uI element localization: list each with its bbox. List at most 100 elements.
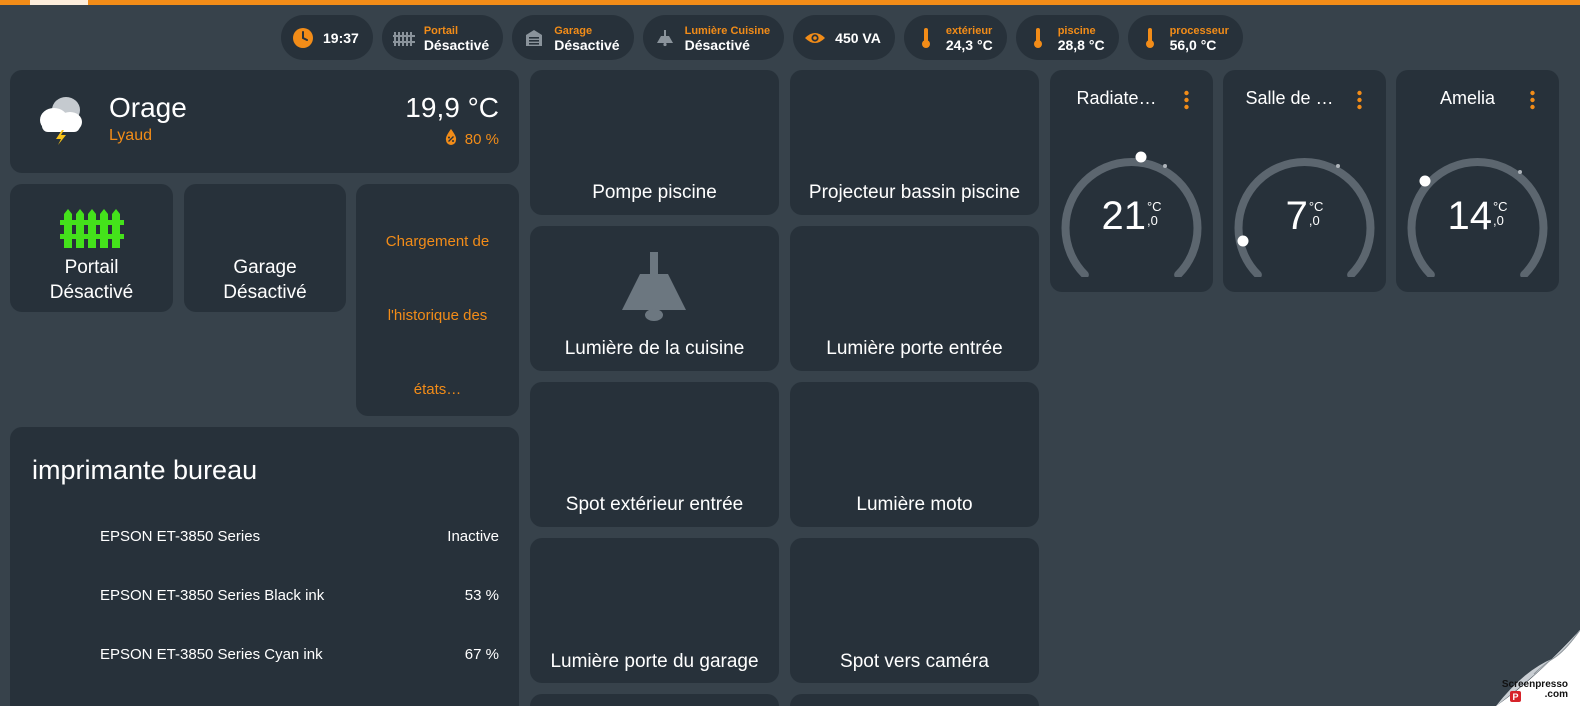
garage-icon <box>522 26 546 50</box>
badge-garage-value: Désactivé <box>554 36 620 53</box>
watermark-text: Screenpresso .com <box>1502 680 1568 700</box>
button-next-row[interactable] <box>530 694 779 706</box>
button-lumiere-porte-entree-label: Lumière porte entrée <box>826 338 1003 359</box>
weather-card[interactable]: Orage Lyaud 19,9 °C 80 % <box>10 70 519 173</box>
badge-processeur-value: 56,0 °C <box>1169 36 1217 53</box>
thermostat-name: Amelia <box>1439 88 1496 108</box>
thermostat-temp-int: 14 <box>1447 194 1492 238</box>
history-loading-text: Chargement de l'historique des états… <box>356 205 519 427</box>
printer-row-value: 53 % <box>464 587 499 604</box>
thermostat-temperature: 7°C ,0 <box>1223 196 1386 236</box>
button-lumiere-porte-garage-label: Lumière porte du garage <box>550 651 759 672</box>
more-options-icon[interactable] <box>1184 90 1189 110</box>
tile-portail[interactable]: Portail Désactivé <box>10 184 173 312</box>
badge-piscine-label: piscine <box>1057 24 1096 37</box>
tile-garage[interactable]: Garage Désactivé <box>184 184 346 312</box>
ceiling-lamp-icon <box>620 252 688 327</box>
setpoint-handle[interactable] <box>1135 151 1147 163</box>
button-lumiere-porte-entree[interactable]: Lumière porte entrée <box>790 226 1039 371</box>
printer-row[interactable]: EPSON ET-3850 Series Inactive <box>100 528 499 545</box>
button-pompe-piscine[interactable]: Pompe piscine <box>530 70 779 215</box>
weather-humidity: 80 % <box>464 130 499 148</box>
button-projecteur-bassin[interactable]: Projecteur bassin piscine <box>790 70 1039 215</box>
button-lumiere-cuisine[interactable]: Lumière de la cuisine <box>530 226 779 371</box>
thermostat-temperature: 14°C ,0 <box>1396 196 1559 236</box>
clock-icon <box>291 26 315 50</box>
thermostat-decimal: ,0 <box>1146 213 1158 228</box>
fence-icon <box>392 26 416 50</box>
badge-portail-value: Désactivé <box>423 36 490 53</box>
printer-row[interactable]: EPSON ET-3850 Series Cyan ink 67 % <box>100 646 499 663</box>
thermostat-card-salle[interactable]: Salle de … 7°C ,0 <box>1223 70 1386 292</box>
badge-processeur[interactable]: processeur 56,0 °C <box>1127 15 1243 60</box>
button-lumiere-cuisine-label: Lumière de la cuisine <box>564 338 745 359</box>
badge-lumiere-cuisine-value: Désactivé <box>684 36 750 53</box>
badge-piscine[interactable]: piscine 28,8 °C <box>1015 15 1119 60</box>
history-line-2: l'historique des <box>387 307 488 324</box>
current-temp-dot <box>1518 170 1522 174</box>
button-spot-camera-label: Spot vers caméra <box>840 651 989 672</box>
badge-portail[interactable]: Portail Désactivé <box>381 15 504 60</box>
tile-garage-name: Garage <box>233 257 297 278</box>
thermostat-name: Salle de … <box>1245 88 1334 108</box>
badge-piscine-value: 28,8 °C <box>1057 36 1105 53</box>
eye-icon <box>803 26 827 50</box>
thermometer-icon <box>1138 26 1162 50</box>
thermostat-decimal: ,0 <box>1308 213 1320 228</box>
thermostat-temp-int: 7 <box>1285 194 1308 238</box>
current-temp-dot <box>1163 164 1167 168</box>
button-spot-camera[interactable]: Spot vers caméra <box>790 538 1039 683</box>
fence-icon <box>60 206 124 253</box>
history-line-1: Chargement de <box>385 233 490 250</box>
tile-garage-state: Désactivé <box>223 282 307 303</box>
screenpresso-watermark: P Screenpresso .com <box>1484 629 1580 706</box>
badge-exterieur-value: 24,3 °C <box>945 36 993 53</box>
printer-card: imprimante bureau EPSON ET-3850 Series I… <box>10 427 519 706</box>
badge-power[interactable]: 450 VA <box>793 15 895 60</box>
printer-row-value: 67 % <box>464 646 499 663</box>
thermometer-icon <box>1026 26 1050 50</box>
button-lumiere-moto[interactable]: Lumière moto <box>790 382 1039 527</box>
more-options-icon[interactable] <box>1357 90 1362 110</box>
thermostat-card-amelia[interactable]: Amelia 14°C ,0 <box>1396 70 1559 292</box>
button-next-row[interactable] <box>790 694 1039 706</box>
badges-bar: 19:37 Portail Désactivé Garage Désactivé… <box>281 15 1243 60</box>
badge-processeur-label: processeur <box>1169 24 1229 37</box>
printer-row-name: EPSON ET-3850 Series Cyan ink <box>100 646 323 663</box>
more-options-icon[interactable] <box>1530 90 1535 110</box>
thermostat-card-radiateur[interactable]: Radiate… 21°C ,0 <box>1050 70 1213 292</box>
weather-condition: Orage <box>109 92 187 123</box>
thermometer-icon <box>914 26 938 50</box>
badge-lumiere-cuisine[interactable]: Lumière Cuisine Désactivé <box>642 15 785 60</box>
thermostat-unit: °C <box>1492 199 1508 214</box>
setpoint-handle[interactable] <box>1237 235 1249 247</box>
badge-garage-label: Garage <box>554 24 593 37</box>
printer-row-value: Inactive <box>447 528 499 545</box>
badge-garage[interactable]: Garage Désactivé <box>512 15 634 60</box>
history-line-3: états… <box>413 381 462 398</box>
button-spot-exterieur-label: Spot extérieur entrée <box>565 494 744 515</box>
thermostat-decimal: ,0 <box>1492 213 1504 228</box>
button-spot-exterieur[interactable]: Spot extérieur entrée <box>530 382 779 527</box>
ceiling-lamp-icon <box>653 26 677 50</box>
badge-portail-label: Portail <box>423 24 459 37</box>
setpoint-handle[interactable] <box>1419 175 1431 187</box>
button-lumiere-porte-garage[interactable]: Lumière porte du garage <box>530 538 779 683</box>
badge-clock[interactable]: 19:37 <box>281 15 373 60</box>
badge-exterieur[interactable]: extérieur 24,3 °C <box>903 15 1007 60</box>
badge-exterieur-label: extérieur <box>945 24 993 37</box>
printer-row[interactable]: EPSON ET-3850 Series Black ink 53 % <box>100 587 499 604</box>
printer-row-name: EPSON ET-3850 Series Black ink <box>100 587 325 604</box>
thermostat-unit: °C <box>1308 199 1324 214</box>
badge-clock-value: 19:37 <box>323 29 359 46</box>
weather-temperature: 19,9 °C <box>405 92 499 123</box>
history-card: Chargement de l'historique des états… <box>356 184 519 416</box>
tile-portail-name: Portail <box>64 257 119 278</box>
weather-location: Lyaud <box>109 127 152 144</box>
tile-portail-state: Désactivé <box>49 282 134 303</box>
printer-row-name: EPSON ET-3850 Series <box>100 528 261 545</box>
thunderstorm-cloud-icon <box>32 94 88 151</box>
watermark-line-2: .com <box>1544 689 1568 700</box>
weather-humidity-row: 80 % <box>445 129 499 149</box>
thermostat-temp-int: 21 <box>1101 194 1146 238</box>
